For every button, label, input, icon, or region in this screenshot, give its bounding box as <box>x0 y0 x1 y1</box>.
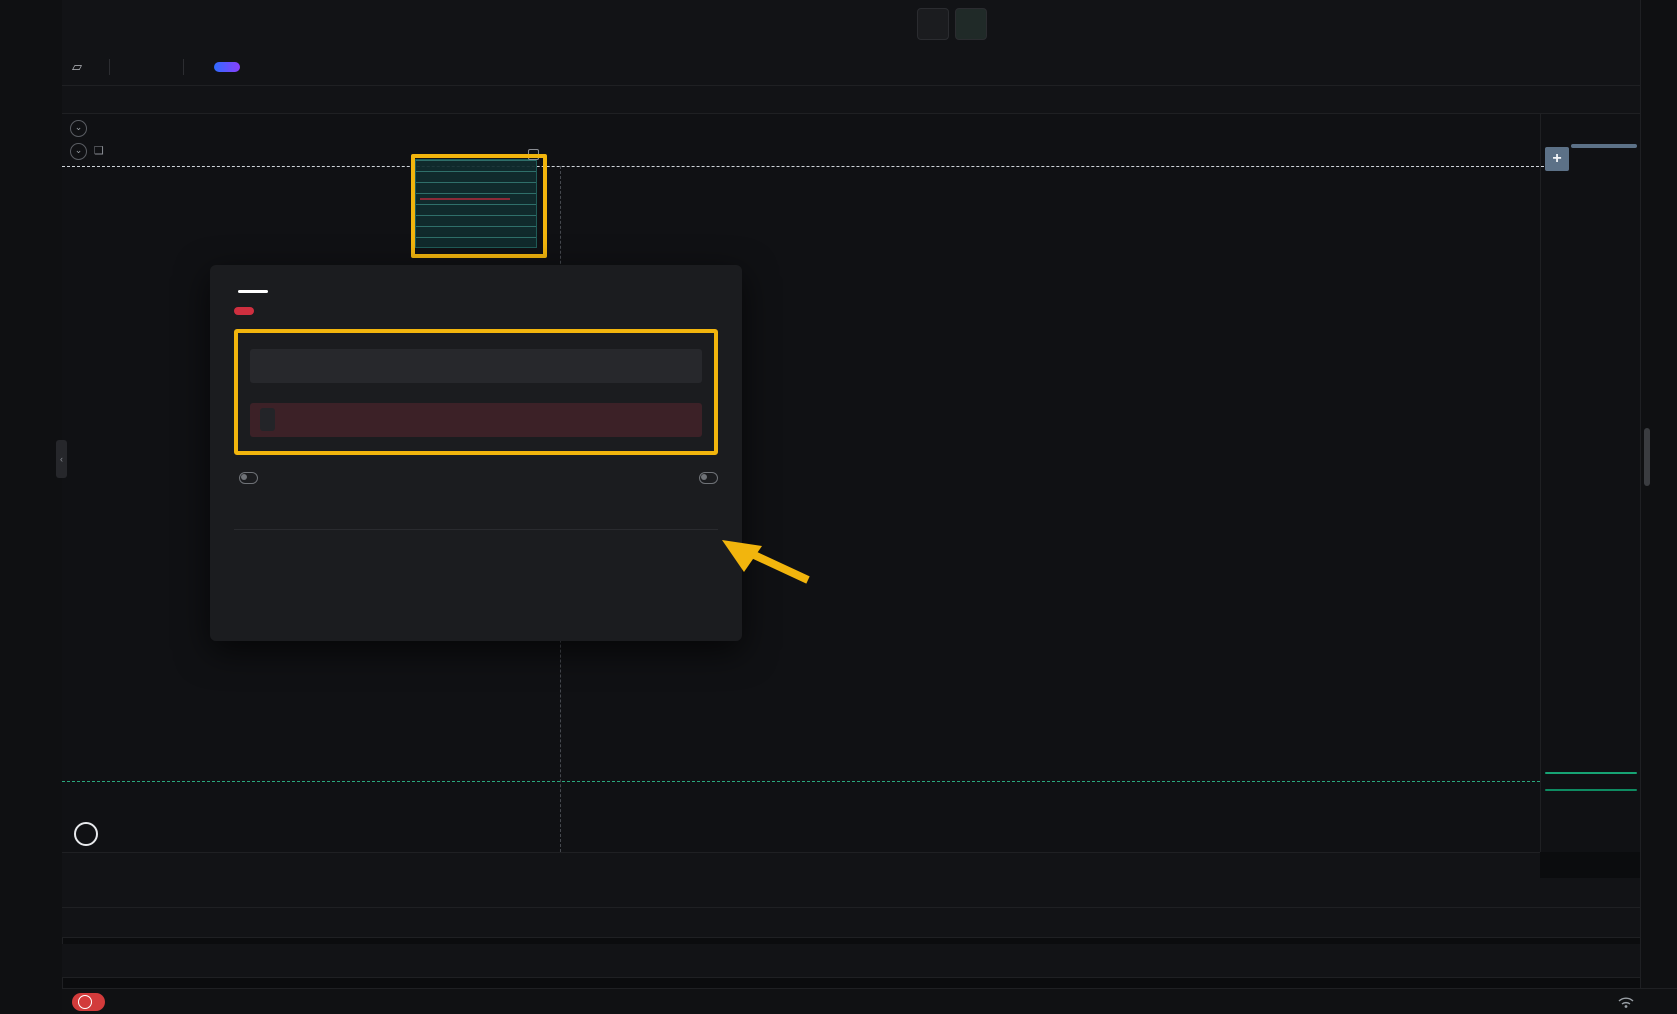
wifi-icon <box>1618 996 1634 1008</box>
layout-chart-button[interactable] <box>917 8 949 40</box>
filled-orders-row <box>250 403 702 437</box>
last-price-badge <box>1545 772 1637 774</box>
target-price-line <box>62 166 1544 167</box>
collapse-circle-icon[interactable]: ⌄ <box>70 120 87 137</box>
alert-icon <box>78 995 92 1009</box>
drawing-toolbar <box>62 86 1640 114</box>
timeframe-bar <box>62 908 1640 938</box>
last-price-line <box>62 781 1540 782</box>
indicator-bar <box>62 878 1640 908</box>
panel-collapse-handle[interactable]: ‹ <box>56 440 67 478</box>
popup-footer <box>234 529 718 539</box>
main-force-orders-dialog <box>210 265 742 641</box>
rail-drag-handle[interactable] <box>1644 428 1650 486</box>
status-bar <box>62 988 1677 1014</box>
symbol-tab-bar <box>62 0 1677 49</box>
stats-row <box>234 471 718 486</box>
bottom-tab-bar <box>62 944 1640 978</box>
annotation-arrow <box>700 528 830 598</box>
right-tool-rail <box>1640 0 1677 988</box>
overlay-info-line: ⌄ ❑ <box>70 143 109 160</box>
toggle-switch[interactable] <box>699 472 718 484</box>
add-alert-button[interactable]: + <box>1545 147 1569 171</box>
toggle-switch[interactable] <box>239 472 258 484</box>
left-sidebar <box>0 0 63 1014</box>
pending-orders-row <box>250 349 702 383</box>
ohlc-info-line: ⌄ <box>70 120 194 137</box>
chart-toolbar: ▱ <box>62 48 1640 86</box>
aicoin-logo-icon <box>74 822 98 846</box>
time-axis[interactable] <box>62 852 1540 879</box>
ai-interpret-button[interactable] <box>214 62 240 72</box>
countdown-badge <box>1545 789 1637 791</box>
target-price-badge <box>1571 144 1637 148</box>
bearish-badge <box>234 307 254 315</box>
collapse-circle-icon[interactable]: ⌄ <box>70 143 87 160</box>
price-axis[interactable]: + <box>1540 114 1641 852</box>
alert-pill[interactable] <box>72 993 105 1011</box>
layout-split-button[interactable] <box>955 8 987 40</box>
aicoin-watermark <box>74 822 104 846</box>
indicator-icon: ▱ <box>72 60 82 73</box>
annotation-rectangle <box>411 154 547 258</box>
avg-buy-value <box>234 496 240 513</box>
highlighted-tables <box>234 329 718 455</box>
chat-bubble-icon: ❑ <box>94 146 104 157</box>
